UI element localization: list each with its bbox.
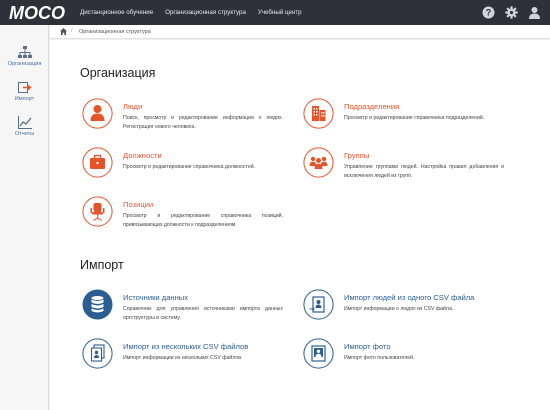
card-positions[interactable]: Позиции Просмотр и редактирование справо… [82, 196, 292, 240]
card-description: Просмотр и редактирование справочника до… [123, 164, 256, 170]
user-icon[interactable] [528, 6, 541, 19]
card-groups[interactable]: Группы Управление группами людей. Настро… [303, 147, 518, 191]
card-positions-titles[interactable]: Должности Просмотр и редактирование спра… [82, 147, 292, 191]
section-title-organization: Организация [80, 66, 156, 80]
sidebar: Организация Импорт Отчеты [0, 25, 49, 410]
card-import-people-csv[interactable]: Импорт людей из одного CSV файла Импорт … [303, 289, 518, 333]
card-import-photo[interactable]: Импорт фото Импорт фото пользователей. [303, 338, 518, 382]
main-content: Организация Люди Поиск, просмотр и редак… [50, 40, 550, 410]
card-description: Поиск, просмотр и редактирование информа… [123, 115, 283, 130]
sidebar-item-label: Импорт [14, 96, 35, 102]
card-description: Импорт информации о людях из CSV файла. [344, 306, 454, 312]
card-title[interactable]: Подразделения [344, 102, 399, 111]
card-description: Импорт информации из нескольких CSV файл… [123, 355, 243, 361]
section-title-import: Импорт [80, 258, 124, 272]
card-description: Просмотр и редактирование справочника по… [123, 213, 283, 228]
svg-text:MOCO: MOCO [9, 3, 65, 22]
home-icon[interactable] [60, 28, 67, 35]
top-bar: MOCO Дистанционное обучение Организацион… [0, 0, 550, 25]
import-files-icon [82, 338, 113, 369]
moco-logo[interactable]: MOCO [9, 3, 73, 22]
card-departments[interactable]: Подразделения Просмотр и редактирование … [303, 98, 518, 142]
card-title[interactable]: Импорт фото [344, 342, 391, 351]
briefcase-icon [82, 147, 113, 178]
card-title[interactable]: Должности [123, 151, 162, 160]
person-icon [82, 98, 113, 129]
nav-training-center[interactable]: Учебный центр [258, 9, 302, 16]
card-title[interactable]: Источники данных [123, 293, 188, 302]
import-icon [17, 82, 32, 93]
gear-icon[interactable] [505, 6, 518, 19]
sidebar-item-reports[interactable]: Отчеты [0, 116, 49, 137]
svg-text:?: ? [486, 8, 492, 18]
card-description: Импорт фото пользователей. [344, 355, 415, 361]
reports-icon [17, 116, 32, 129]
sidebar-item-organization[interactable]: Организация [0, 46, 49, 67]
card-title[interactable]: Группы [344, 151, 369, 160]
card-description: Просмотр и редактирование справочника по… [344, 115, 485, 121]
breadcrumb-separator: / [71, 28, 73, 34]
breadcrumb-current: Организационная структура [79, 28, 151, 35]
database-icon [82, 289, 113, 320]
import-person-file-icon [303, 289, 334, 320]
card-title[interactable]: Позиции [123, 200, 153, 209]
sidebar-item-import[interactable]: Импорт [0, 81, 49, 102]
card-title[interactable]: Импорт людей из одного CSV файла [344, 293, 474, 302]
card-description: Справочник для управления источниками им… [123, 306, 283, 321]
nav-distance-learning[interactable]: Дистанционное обучение [80, 9, 153, 16]
card-description: Управление группами людей. Настройка пра… [344, 164, 504, 179]
card-title[interactable]: Импорт из нескольких CSV файлов [123, 342, 248, 351]
help-icon[interactable]: ? [482, 6, 495, 19]
card-data-sources[interactable]: Источники данных Справочник для управлен… [82, 289, 292, 333]
card-title[interactable]: Люди [123, 102, 142, 111]
top-nav: Дистанционное обучение Организационная с… [80, 0, 314, 25]
card-import-multiple-csv[interactable]: Импорт из нескольких CSV файлов Импорт и… [82, 338, 292, 382]
chair-icon [82, 196, 113, 227]
group-icon [303, 147, 334, 178]
breadcrumb: / Организационная структура [50, 25, 550, 39]
sidebar-item-label: Организация [7, 61, 42, 67]
import-photo-icon [303, 338, 334, 369]
building-icon [303, 98, 334, 129]
org-chart-icon [17, 46, 32, 58]
sidebar-item-label: Отчеты [14, 131, 35, 137]
nav-org-structure[interactable]: Организационная структура [165, 9, 246, 16]
card-people[interactable]: Люди Поиск, просмотр и редактирование ин… [82, 98, 292, 142]
